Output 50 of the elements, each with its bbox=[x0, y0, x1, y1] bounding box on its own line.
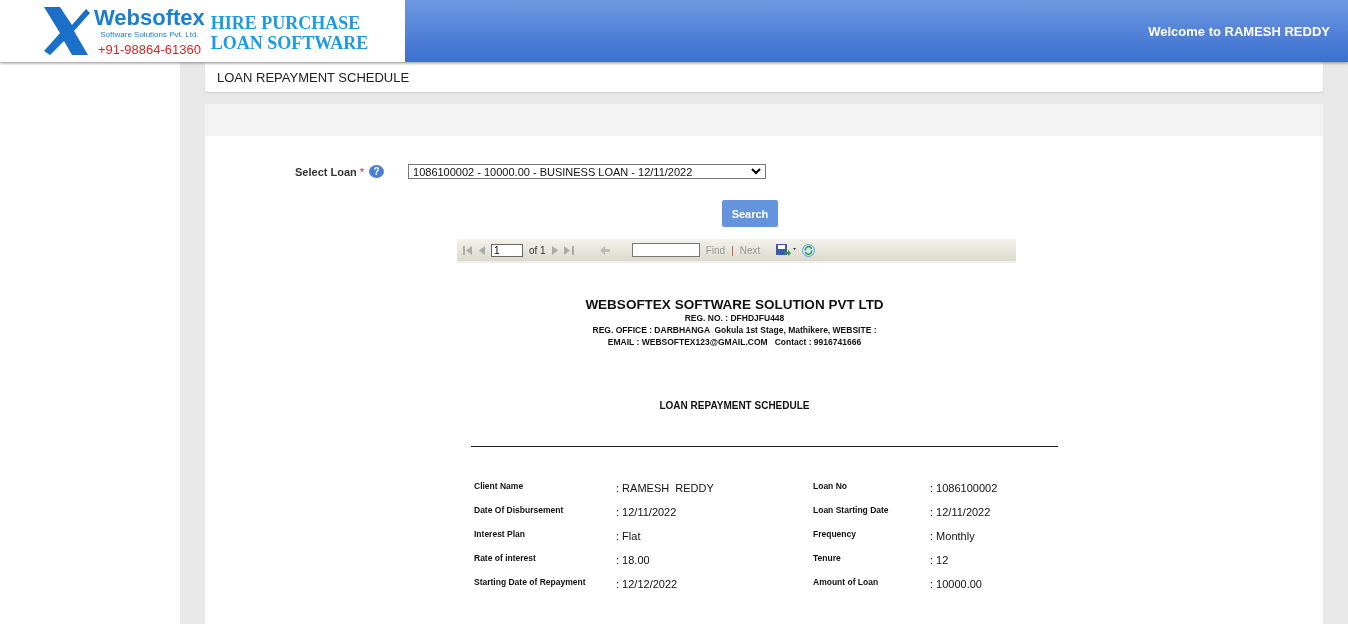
detail-label: Amount of Loan bbox=[813, 577, 880, 587]
detail-label: Loan Starting Date bbox=[813, 505, 890, 515]
detail-label: Loan No bbox=[813, 481, 848, 491]
company-name: WEBSOFTEX SOFTWARE SOLUTION PVT LTD bbox=[585, 297, 884, 312]
detail-label: Starting Date of Repayment bbox=[474, 577, 587, 587]
detail-label: Client Name bbox=[474, 481, 525, 491]
field-label: Select Loan bbox=[295, 165, 357, 178]
detail-value: : RAMESH REDDY bbox=[616, 481, 715, 494]
first-page-icon[interactable] bbox=[463, 245, 473, 255]
detail-value: : Monthly bbox=[930, 529, 976, 542]
logo-x-icon bbox=[42, 5, 92, 57]
product-name: LOAN SOFTWARE bbox=[210, 33, 369, 53]
company-info: REG. NO. : DFHDJFU448 bbox=[684, 312, 785, 324]
refresh-icon[interactable] bbox=[802, 243, 816, 257]
separator-text: | bbox=[731, 244, 734, 256]
detail-value: : 12/12/2022 bbox=[616, 577, 679, 590]
brand-tagline: Software Solutions Pvt. Ltd. bbox=[100, 30, 199, 39]
page-title: LOAN REPAYMENT SCHEDULE bbox=[217, 69, 410, 85]
required-mark: * bbox=[359, 165, 365, 178]
help-icon[interactable]: ? bbox=[369, 165, 385, 178]
back-arrow-icon[interactable] bbox=[599, 245, 610, 255]
detail-label: Frequency bbox=[813, 529, 857, 539]
chevron-down-icon bbox=[751, 168, 762, 175]
save-icon[interactable] bbox=[776, 244, 797, 256]
brand-name: Websoftex bbox=[94, 6, 205, 29]
page-number-field[interactable]: 1 bbox=[491, 243, 523, 257]
search-button[interactable]: Search bbox=[722, 200, 778, 227]
last-page-icon[interactable] bbox=[563, 245, 574, 255]
welcome-text: Welcome to RAMESH REDDY bbox=[1148, 23, 1330, 39]
detail-label: Date Of Disbursement bbox=[474, 505, 565, 515]
detail-value: : 12 bbox=[930, 553, 950, 566]
detail-value: : Flat bbox=[616, 529, 642, 542]
detail-value: : 12/11/2022 bbox=[616, 505, 678, 518]
loan-select[interactable]: 1086100002 - 10000.00 - BUSINESS LOAN - 12/11/2022 bbox=[408, 164, 767, 179]
detail-label: Rate of interest bbox=[474, 553, 537, 563]
next-page-icon[interactable] bbox=[551, 245, 558, 255]
company-info: REG. OFFICE : DARBHANGA Gokula 1st Stage, Mathikere, WEBSITE : bbox=[592, 324, 877, 336]
detail-label: Interest Plan bbox=[474, 529, 527, 539]
find-field[interactable] bbox=[631, 243, 700, 257]
report-title: LOAN REPAYMENT SCHEDULE bbox=[659, 400, 810, 411]
detail-value: : 1086100002 bbox=[930, 481, 999, 494]
detail-label: Tenure bbox=[813, 553, 842, 563]
company-info: EMAIL : WEBSOFTEX123@GMAIL.COM Contact : 9916741666 bbox=[607, 336, 862, 348]
detail-value: : 12/11/2022 bbox=[930, 505, 992, 518]
phone-number: +91-98864-61360 bbox=[97, 42, 201, 56]
previous-page-icon[interactable] bbox=[479, 245, 485, 255]
product-name: HIRE PURCHASE bbox=[210, 13, 362, 33]
page-count: of 1 bbox=[529, 244, 546, 256]
detail-value: : 10000.00 bbox=[930, 577, 983, 590]
detail-value: : 18.00 bbox=[616, 553, 651, 566]
